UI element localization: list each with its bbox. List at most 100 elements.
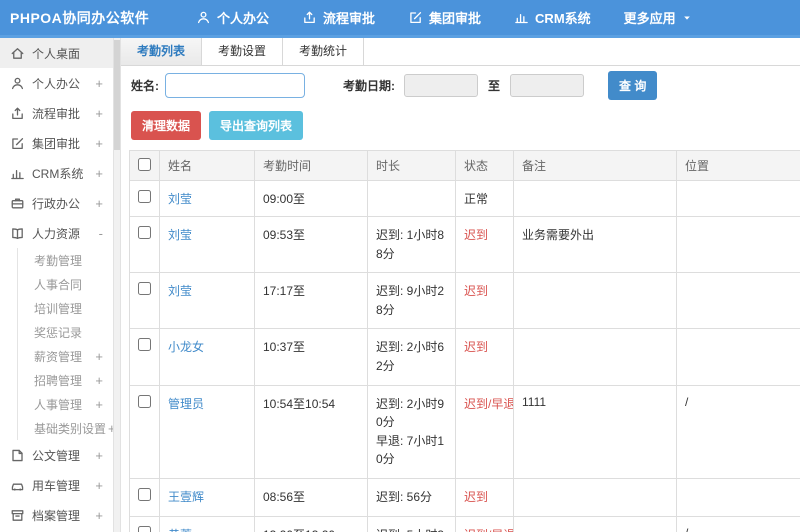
status-badge: 迟到 [464,489,489,504]
duration-cell: 迟到: 5小时33分早退: 4小时67分 [367,515,456,532]
column-header: 位置 [676,150,800,181]
date-filter-label: 考勤日期: [343,78,395,93]
tab[interactable]: 考勤统计 [283,38,365,65]
sidebar-item-label: CRM系统 [32,166,84,181]
row-checkbox[interactable] [138,190,151,203]
sidebar-item[interactable]: 档案管理 + [0,500,113,530]
search-button[interactable]: 查 询 [608,70,658,100]
note-cell [513,328,677,386]
note-cell: 业务需要外出 [513,215,677,274]
sidebar-subitem[interactable]: 培训管理 [18,296,113,320]
expand-toggle-icon[interactable]: + [106,421,113,436]
employee-name-link[interactable]: 刘莹 [168,228,192,242]
note-cell [513,180,677,217]
status-badge: 迟到 [464,284,489,299]
name-cell: 管理员 [159,384,255,479]
expand-toggle-icon[interactable]: + [93,349,105,364]
duration-line: 迟到: 2小时62分 [376,340,445,373]
duration-line: 迟到: 56分 [376,489,433,504]
scrollbar-thumb[interactable] [114,40,120,150]
employee-name-link[interactable]: 刘莹 [168,192,192,206]
location-cell [676,215,800,274]
sidebar-item[interactable]: 人力资源 - [0,218,113,248]
name-cell: 黄蓉 [159,515,255,532]
expand-toggle-icon[interactable]: - [97,226,105,241]
sidebar-subitem[interactable]: 人事合同 [18,272,113,296]
duration-line: 早退: 7小时10分 [376,433,445,467]
date-to-input[interactable] [510,73,585,97]
employee-name-link[interactable]: 王壹辉 [168,490,204,504]
time-cell: 08:56至 [254,477,368,517]
expand-toggle-icon[interactable]: + [93,448,105,463]
expand-toggle-icon[interactable]: + [93,373,105,388]
expand-toggle-icon[interactable]: + [93,508,105,523]
row-checkbox[interactable] [138,525,151,532]
sidebar-subitem-label: 培训管理 [34,301,83,316]
row-checkbox-cell [129,180,160,217]
sidebar-item[interactable]: 行政办公 + [0,188,113,218]
expand-toggle-icon[interactable]: + [93,196,105,211]
sidebar-item[interactable]: CRM系统 + [0,158,113,188]
clear-data-button[interactable]: 清理数据 [131,111,202,140]
top-nav: 个人办公 流程审批 集团审批 CRM系统 更多应用 [196,8,692,27]
expand-toggle-icon[interactable]: + [93,136,105,151]
user-icon [10,76,25,91]
topnav-item[interactable]: CRM系统 [514,8,591,27]
status-cell: 迟到/早退 [455,515,514,532]
topnav-item-label: 集团审批 [429,11,482,26]
topnav-item[interactable]: 更多应用 [624,8,692,27]
employee-name-link[interactable]: 刘莹 [168,284,192,298]
employee-name-link[interactable]: 黄蓉 [168,528,192,532]
expand-toggle-icon[interactable]: + [93,76,105,91]
sidebar-subitem[interactable]: 人事管理 + [18,392,113,416]
expand-toggle-icon[interactable]: + [93,166,105,181]
sidebar-subitem[interactable]: 薪资管理 + [18,344,113,368]
sidebar-item[interactable]: 个人桌面 [0,38,113,68]
sidebar-subitem-label: 人事合同 [34,277,83,292]
sidebar-item[interactable]: 流程审批 + [0,98,113,128]
row-checkbox[interactable] [138,394,151,408]
expand-toggle-icon[interactable]: + [93,397,105,412]
expand-toggle-icon[interactable]: + [93,106,105,121]
sidebar-scrollbar[interactable] [113,38,121,532]
name-filter-input[interactable] [165,72,305,98]
sidebar-subitem[interactable]: 考勤管理 [18,248,113,272]
expand-toggle-icon[interactable]: + [93,478,105,493]
table-row: 管理员 10:54至10:54 迟到: 2小时90分 早退: 7小时10分 迟到/早退 1… [129,384,800,479]
time-cell: 09:00至 [254,180,368,217]
sidebar: 个人桌面 个人办公 + 流程审批 + 集团审批 + CRM系统 + 行政办公 + 人力资源 - 考勤管理人… [0,38,113,532]
duration-cell: 迟到: 2小时62分 [367,328,456,386]
tab[interactable]: 考勤设置 [202,38,284,65]
export-list-button[interactable]: 导出查询列表 [209,111,304,140]
sidebar-subitem[interactable]: 基础类别设置 + [18,416,113,440]
tab[interactable]: 考勤列表 [121,38,203,65]
sidebar-item[interactable]: 集团审批 + [0,128,113,158]
sidebar-item-label: 人力资源 [32,226,81,241]
row-checkbox[interactable] [138,487,151,501]
topnav-item[interactable]: 流程审批 [302,8,375,27]
sidebar-subitem[interactable]: 招聘管理 + [18,368,113,392]
book-icon [10,226,25,241]
row-checkbox[interactable] [138,282,151,296]
row-checkbox[interactable] [138,226,151,239]
sidebar-subitem[interactable]: 奖惩记录 [18,320,113,344]
name-cell: 王壹辉 [159,477,255,517]
table-row: 刘莹 09:53至 迟到: 1小时88分 迟到 业务需要外出 [129,215,800,274]
sidebar-item[interactable]: 个人办公 + [0,68,113,98]
sidebar-subitem-label: 基础类别设置 [34,421,107,436]
select-all-checkbox[interactable] [138,157,151,171]
tab-bar: 考勤列表 考勤设置 考勤统计 [121,38,800,66]
row-checkbox-cell [129,384,160,479]
sidebar-item[interactable]: 用车管理 + [0,470,113,500]
row-checkbox[interactable] [138,338,151,352]
employee-name-link[interactable]: 管理员 [168,397,204,411]
topnav-item[interactable]: 个人办公 [196,8,269,27]
date-from-input[interactable] [404,73,478,97]
topnav-item[interactable]: 集团审批 [408,8,481,27]
duration-cell: 迟到: 2小时90分 早退: 7小时10分 [367,384,456,479]
employee-name-link[interactable]: 小龙女 [168,340,204,354]
location-cell [676,180,800,217]
sidebar-item[interactable]: 公文管理 + [0,440,113,470]
sidebar-item-label: 档案管理 [32,508,81,523]
home-icon [10,46,25,61]
